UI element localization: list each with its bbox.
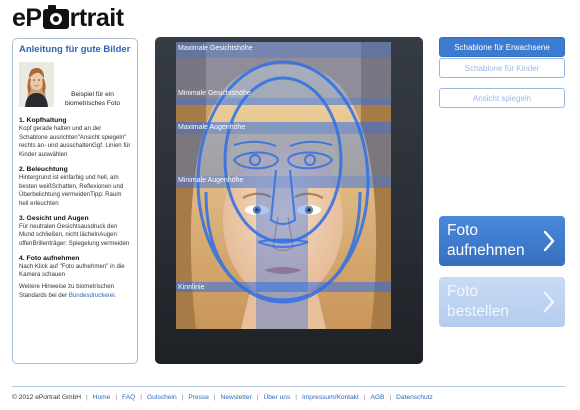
face-preview-image <box>176 42 391 329</box>
footer-divider <box>12 386 565 387</box>
logo-text-start: eP <box>12 3 42 32</box>
example-caption: Beispiel für ein biometrisches Foto <box>65 91 120 107</box>
child-template-button[interactable]: Schablone für Kinder <box>439 58 565 78</box>
copyright: © 2012 ePortrait GmbH <box>12 393 81 401</box>
footer-link-gutschein[interactable]: Gutschein <box>147 394 177 401</box>
footer-link-agb[interactable]: AGB <box>371 394 385 401</box>
footer-link-about[interactable]: Über uns <box>264 394 291 401</box>
camera-preview: Maximale Gesichtshöhe Minimale Gesichtsh… <box>176 42 391 329</box>
guide-title: Anleitung für gute Bilder <box>19 44 131 55</box>
footer-link-imprint[interactable]: Impressum/Kontakt <box>302 394 359 401</box>
footer-link-privacy[interactable]: Datenschutz <box>396 394 433 401</box>
take-photo-button[interactable]: Foto aufnehmen <box>439 216 565 266</box>
section-title: 1. Kopfhaltung <box>19 117 67 124</box>
chevron-right-icon <box>543 291 555 313</box>
mirror-view-button[interactable]: Ansicht spiegeln <box>439 88 565 108</box>
section-text: Hintergrund ist einfarbig und hell, am b… <box>19 173 124 207</box>
footer-link-presse[interactable]: Presse <box>188 394 209 401</box>
footer-link-faq[interactable]: FAQ <box>122 394 135 401</box>
section-text: Für neutralen Gesichtsausdruck den Mund … <box>19 222 130 248</box>
hint-text: Weitere Hinweise zu biometrischen Standa… <box>19 283 131 300</box>
camera-icon <box>42 5 69 29</box>
guide-section: 2. Beleuchtung Hintergrund ist einfarbig… <box>19 165 131 209</box>
example-block: Beispiel für ein biometrisches Foto <box>19 62 131 108</box>
logo[interactable]: eP rtrait <box>12 4 124 32</box>
guide-section: 1. Kopfhaltung Kopf gerade halten und an… <box>19 116 131 160</box>
adult-template-button[interactable]: Schablone für Erwachsene <box>439 37 565 57</box>
hint-text-end: . <box>114 291 117 299</box>
label-max-eye-height: Maximale Augenhöhe <box>178 124 246 131</box>
label-chin-line: Kinnlinie <box>178 284 205 291</box>
footer-link-home[interactable]: Home <box>93 394 111 401</box>
label-min-face-height: Minimale Gesichtshöhe <box>178 90 251 97</box>
label-max-face-height: Maximale Gesichtshöhe <box>178 45 253 52</box>
footer-link-newsletter[interactable]: Newsletter <box>221 394 252 401</box>
section-text: Nach Klick auf "Foto aufnehmen" in die K… <box>19 262 125 279</box>
example-portrait-image <box>19 62 54 107</box>
guide-section: 3. Gesicht und Augen Für neutralen Gesic… <box>19 214 131 249</box>
bundesdruckerei-link[interactable]: Bundesdruckerei <box>69 292 115 299</box>
section-title: 3. Gesicht und Augen <box>19 214 89 222</box>
order-photo-button[interactable]: Foto bestellen <box>439 277 565 327</box>
logo-text-end: rtrait <box>69 3 124 32</box>
footer: © 2012 ePortrait GmbH | Home | FAQ | Gutsch… <box>12 393 433 401</box>
section-title: 2. Beleuchtung <box>19 165 68 173</box>
chevron-right-icon <box>543 230 555 252</box>
guide-panel: Anleitung für gute Bilder Beispiel für e… <box>12 38 138 364</box>
label-min-eye-height: Minimale Augenhöhe <box>178 177 244 184</box>
section-text: Kopf gerade halten und an der Schablone … <box>19 125 131 159</box>
guide-section: 4. Foto aufnehmen Nach Klick auf "Foto a… <box>19 254 131 280</box>
section-title: 4. Foto aufnehmen <box>19 254 80 262</box>
